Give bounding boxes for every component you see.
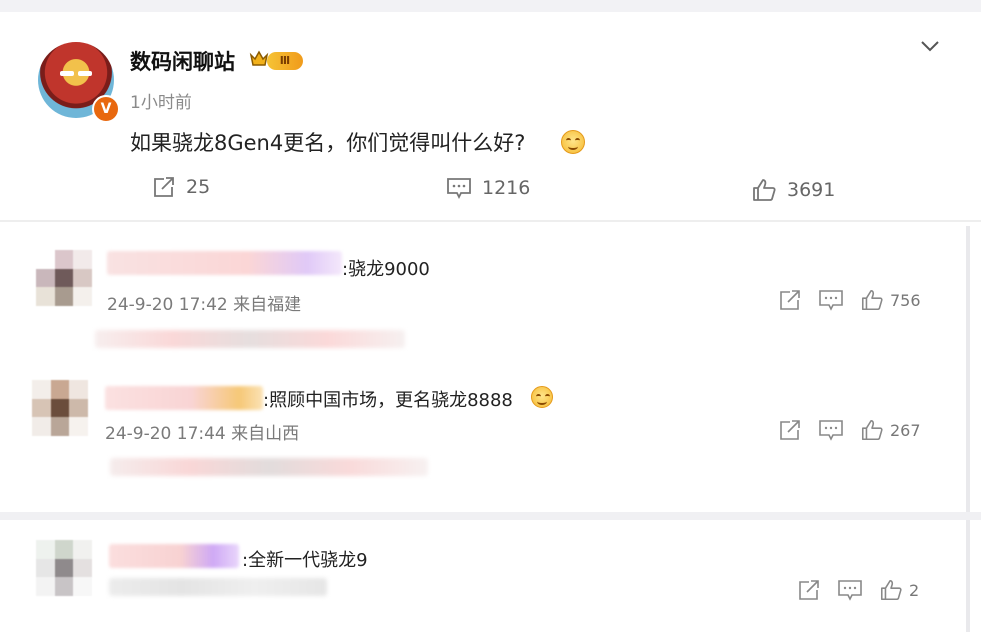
verified-badge: V [92, 95, 120, 123]
comment-like-count: 267 [890, 420, 921, 440]
like-count: 3691 [787, 179, 836, 201]
comment-icon[interactable] [837, 578, 863, 602]
commenter-name[interactable] [105, 386, 263, 410]
comment-text: :骁龙9000 [342, 259, 430, 280]
reply-preview [110, 458, 428, 476]
comment-button[interactable]: 1216 [446, 176, 530, 200]
reply-preview [109, 578, 327, 596]
comment-avatar[interactable] [36, 540, 92, 596]
comment-actions: 2 [797, 578, 919, 602]
post-divider [0, 220, 981, 222]
level-badge: Ⅲ [267, 52, 303, 70]
comment-like-button[interactable]: 2 [879, 578, 919, 602]
like-button[interactable]: 3691 [751, 177, 835, 203]
like-icon [753, 179, 776, 201]
post-text: 如果骁龙8Gen4更名，你们觉得叫什么好? [130, 131, 526, 155]
comment-like-count: 756 [890, 290, 921, 310]
comment-icon[interactable] [818, 288, 844, 312]
avatar-eye-right [78, 71, 92, 76]
scroll-rule [966, 226, 970, 526]
comment-meta: 24-9-20 17:44 来自山西 [105, 424, 300, 444]
like-icon [861, 419, 883, 441]
smile-emoji-icon [561, 130, 585, 154]
comment-like-count: 2 [909, 580, 920, 600]
comment-text: :照顾中国市场，更名骁龙8888 [263, 390, 513, 411]
commenter-name[interactable] [109, 544, 239, 568]
comment-icon[interactable] [818, 418, 844, 442]
repost-button[interactable]: 25 [152, 176, 210, 198]
comment-count: 1216 [482, 177, 531, 199]
smile-emoji-icon [531, 386, 553, 408]
comment-icon [447, 178, 471, 200]
comment-avatar[interactable] [32, 380, 88, 436]
repost-icon[interactable] [797, 579, 821, 601]
top-background-strip [0, 0, 981, 12]
post-time: 1小时前 [130, 93, 192, 113]
comment-like-button[interactable]: 267 [860, 418, 921, 442]
section-divider [0, 512, 981, 520]
avatar-eye-left [60, 71, 74, 76]
scroll-rule [966, 522, 970, 632]
comment-actions: 756 [778, 288, 921, 312]
crown-icon [249, 50, 269, 66]
reply-preview [95, 330, 405, 348]
comment-text: :全新一代骁龙9 [242, 550, 368, 571]
commenter-name[interactable] [107, 251, 342, 275]
repost-icon[interactable] [778, 419, 802, 441]
comment-meta: 24-9-20 17:42 来自福建 [107, 295, 302, 315]
chevron-down-icon[interactable] [918, 36, 942, 56]
comment-avatar[interactable] [36, 250, 92, 306]
comment-actions: 267 [778, 418, 921, 442]
like-icon [880, 579, 902, 601]
repost-icon[interactable] [778, 289, 802, 311]
like-icon [861, 289, 883, 311]
author-name[interactable]: 数码闲聊站 [130, 46, 235, 76]
comment-like-button[interactable]: 756 [860, 288, 921, 312]
repost-count: 25 [186, 176, 211, 198]
repost-icon [154, 177, 174, 197]
